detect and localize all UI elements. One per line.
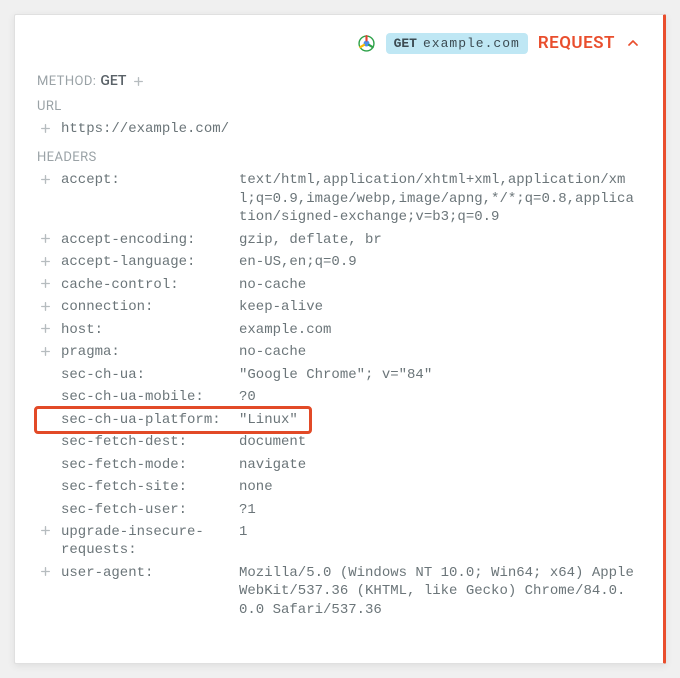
url-label: URL (37, 99, 641, 114)
header-row: accept-language: en-US,en;q=0.9 (37, 251, 641, 273)
spacer (37, 433, 53, 449)
header-name: connection: (61, 298, 231, 316)
topbar: GET example.com REQUEST (37, 27, 641, 59)
header-row: sec-fetch-site: none (37, 476, 641, 498)
header-name: sec-ch-ua: (61, 366, 231, 384)
chrome-icon (358, 34, 376, 52)
header-name: sec-fetch-mode: (61, 456, 231, 474)
header-row: sec-ch-ua-mobile: ?0 (37, 386, 641, 408)
url-value: https://example.com/ (61, 120, 641, 138)
header-name: host: (61, 321, 231, 339)
header-row: accept: text/html,application/xhtml+xml,a… (37, 169, 641, 228)
header-row: sec-ch-ua-platform: "Linux" (37, 409, 641, 431)
header-value: no-cache (239, 343, 641, 361)
header-row: sec-ch-ua: "Google Chrome"; v="84" (37, 364, 641, 386)
header-row: user-agent: Mozilla/5.0 (Windows NT 10.0;… (37, 562, 641, 621)
spacer (37, 501, 53, 517)
header-value: ?1 (239, 501, 641, 519)
add-header-button[interactable] (37, 276, 53, 292)
method-row: METHOD: GET (37, 73, 641, 89)
spacer (37, 456, 53, 472)
spacer (37, 388, 53, 404)
header-row: pragma: no-cache (37, 341, 641, 363)
add-header-button[interactable] (37, 298, 53, 314)
header-value: no-cache (239, 276, 641, 294)
header-row: cache-control: no-cache (37, 274, 641, 296)
header-value: Mozilla/5.0 (Windows NT 10.0; Win64; x64… (239, 564, 641, 619)
header-name: sec-fetch-user: (61, 501, 231, 519)
badge-domain: example.com (423, 36, 520, 51)
add-header-button[interactable] (37, 321, 53, 337)
header-row: sec-fetch-mode: navigate (37, 454, 641, 476)
url-row: https://example.com/ (37, 118, 641, 140)
add-header-button[interactable] (37, 523, 53, 539)
header-value: navigate (239, 456, 641, 474)
collapse-toggle[interactable] (625, 35, 641, 51)
header-value: ?0 (239, 388, 641, 406)
header-name: sec-fetch-site: (61, 478, 231, 496)
header-row: host: example.com (37, 319, 641, 341)
header-value: en-US,en;q=0.9 (239, 253, 641, 271)
spacer (37, 366, 53, 382)
header-value: none (239, 478, 641, 496)
header-name: user-agent: (61, 564, 231, 582)
spacer (37, 411, 53, 427)
add-header-button[interactable] (37, 253, 53, 269)
add-header-button[interactable] (37, 171, 53, 187)
panel-title: REQUEST (538, 33, 615, 53)
header-value: "Linux" (239, 411, 641, 429)
header-name: sec-ch-ua-mobile: (61, 388, 231, 406)
header-name: upgrade-insecure-requests: (61, 523, 231, 560)
request-badge: GET example.com (386, 33, 528, 54)
header-name: accept-language: (61, 253, 231, 271)
add-url-button[interactable] (37, 120, 53, 136)
add-header-button[interactable] (37, 564, 53, 580)
header-name: pragma: (61, 343, 231, 361)
header-value: example.com (239, 321, 641, 339)
header-value: text/html,application/xhtml+xml,applicat… (239, 171, 641, 226)
header-value: "Google Chrome"; v="84" (239, 366, 641, 384)
header-row: upgrade-insecure-requests: 1 (37, 521, 641, 562)
headers-list: accept: text/html,application/xhtml+xml,a… (37, 169, 641, 621)
badge-method: GET (394, 36, 417, 51)
header-name: cache-control: (61, 276, 231, 294)
header-name: sec-fetch-dest: (61, 433, 231, 451)
header-value: gzip, deflate, br (239, 231, 641, 249)
header-row: accept-encoding: gzip, deflate, br (37, 229, 641, 251)
header-name: sec-ch-ua-platform: (61, 411, 231, 429)
header-value: keep-alive (239, 298, 641, 316)
headers-label: HEADERS (37, 150, 641, 165)
method-label: METHOD: (37, 74, 96, 89)
header-name: accept: (61, 171, 231, 189)
add-header-button[interactable] (37, 231, 53, 247)
header-row: sec-fetch-user: ?1 (37, 499, 641, 521)
request-panel: GET example.com REQUEST METHOD: GET URL … (14, 14, 666, 664)
add-header-button[interactable] (37, 343, 53, 359)
header-row: connection: keep-alive (37, 296, 641, 318)
method-value: GET (100, 73, 126, 89)
spacer (37, 478, 53, 494)
header-row: sec-fetch-dest: document (37, 431, 641, 453)
header-value: 1 (239, 523, 641, 541)
add-method-button[interactable] (130, 73, 146, 89)
header-name: accept-encoding: (61, 231, 231, 249)
header-value: document (239, 433, 641, 451)
